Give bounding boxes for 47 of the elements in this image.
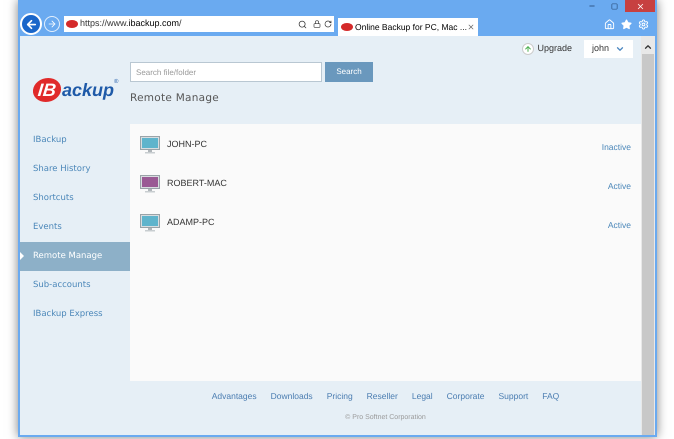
back-button[interactable] xyxy=(20,13,42,35)
device-name[interactable]: ADAMP-PC xyxy=(167,216,215,230)
user-menu[interactable]: john xyxy=(584,40,633,58)
sidebar-item[interactable]: Shortcuts xyxy=(20,184,130,213)
footer-link[interactable]: FAQ xyxy=(542,390,560,403)
logo-icon xyxy=(66,20,78,28)
forward-button[interactable] xyxy=(44,16,60,32)
back-arrow-icon xyxy=(24,18,38,30)
scrollbar[interactable] xyxy=(641,36,655,435)
lock-icon xyxy=(313,20,321,28)
tab-title: Online Backup for PC, Mac ... xyxy=(355,20,467,34)
search-field[interactable]: Search file/folder xyxy=(130,62,322,82)
forward-arrow-icon xyxy=(47,19,57,29)
footer-link[interactable]: Legal xyxy=(412,390,433,403)
settings-icon[interactable] xyxy=(638,18,649,30)
sidebar-item[interactable]: Events xyxy=(20,213,130,242)
search-button[interactable]: Search xyxy=(325,62,373,82)
scroll-up-icon[interactable] xyxy=(643,42,653,52)
footer-link[interactable]: Advantages xyxy=(212,390,257,403)
device-status[interactable]: Active xyxy=(608,219,631,232)
upgrade-link[interactable]: Upgrade xyxy=(522,42,572,56)
footer-link[interactable]: Corporate xyxy=(446,390,484,403)
refresh-icon[interactable] xyxy=(324,20,332,28)
logo-icon xyxy=(341,23,353,31)
device-status[interactable]: Inactive xyxy=(602,141,631,154)
device-name[interactable]: JOHN-PC xyxy=(167,138,207,152)
page-title: Remote Manage xyxy=(130,91,220,106)
star-icon[interactable] xyxy=(621,18,632,30)
home-icon[interactable] xyxy=(604,18,615,30)
sidebar-item[interactable]: IBackup xyxy=(20,126,130,155)
footer-link[interactable]: Downloads xyxy=(270,390,313,403)
footer-link[interactable]: Reseller xyxy=(366,390,398,403)
device-status[interactable]: Active xyxy=(608,180,631,193)
browser-tab[interactable]: Online Backup for PC, Mac ... xyxy=(338,18,478,36)
sidebar-item[interactable]: Remote Manage xyxy=(20,242,130,271)
close-icon[interactable] xyxy=(467,23,475,31)
sidebar-item[interactable]: IBackup Express xyxy=(20,300,130,329)
sidebar-item[interactable]: Sub-accounts xyxy=(20,271,130,300)
footer-link[interactable]: Pricing xyxy=(326,390,353,403)
search-icon[interactable] xyxy=(298,20,307,28)
url-text: https://www.ibackup.com/ xyxy=(80,17,182,30)
footer-link[interactable]: Support xyxy=(498,390,528,403)
device-name[interactable]: ROBERT-MAC xyxy=(167,177,227,190)
close-icon[interactable] xyxy=(625,0,655,12)
chevron-down-icon xyxy=(615,44,625,54)
address-bar[interactable]: https://www.ibackup.com/ xyxy=(64,16,334,32)
sidebar-item[interactable]: Share History xyxy=(20,155,130,184)
